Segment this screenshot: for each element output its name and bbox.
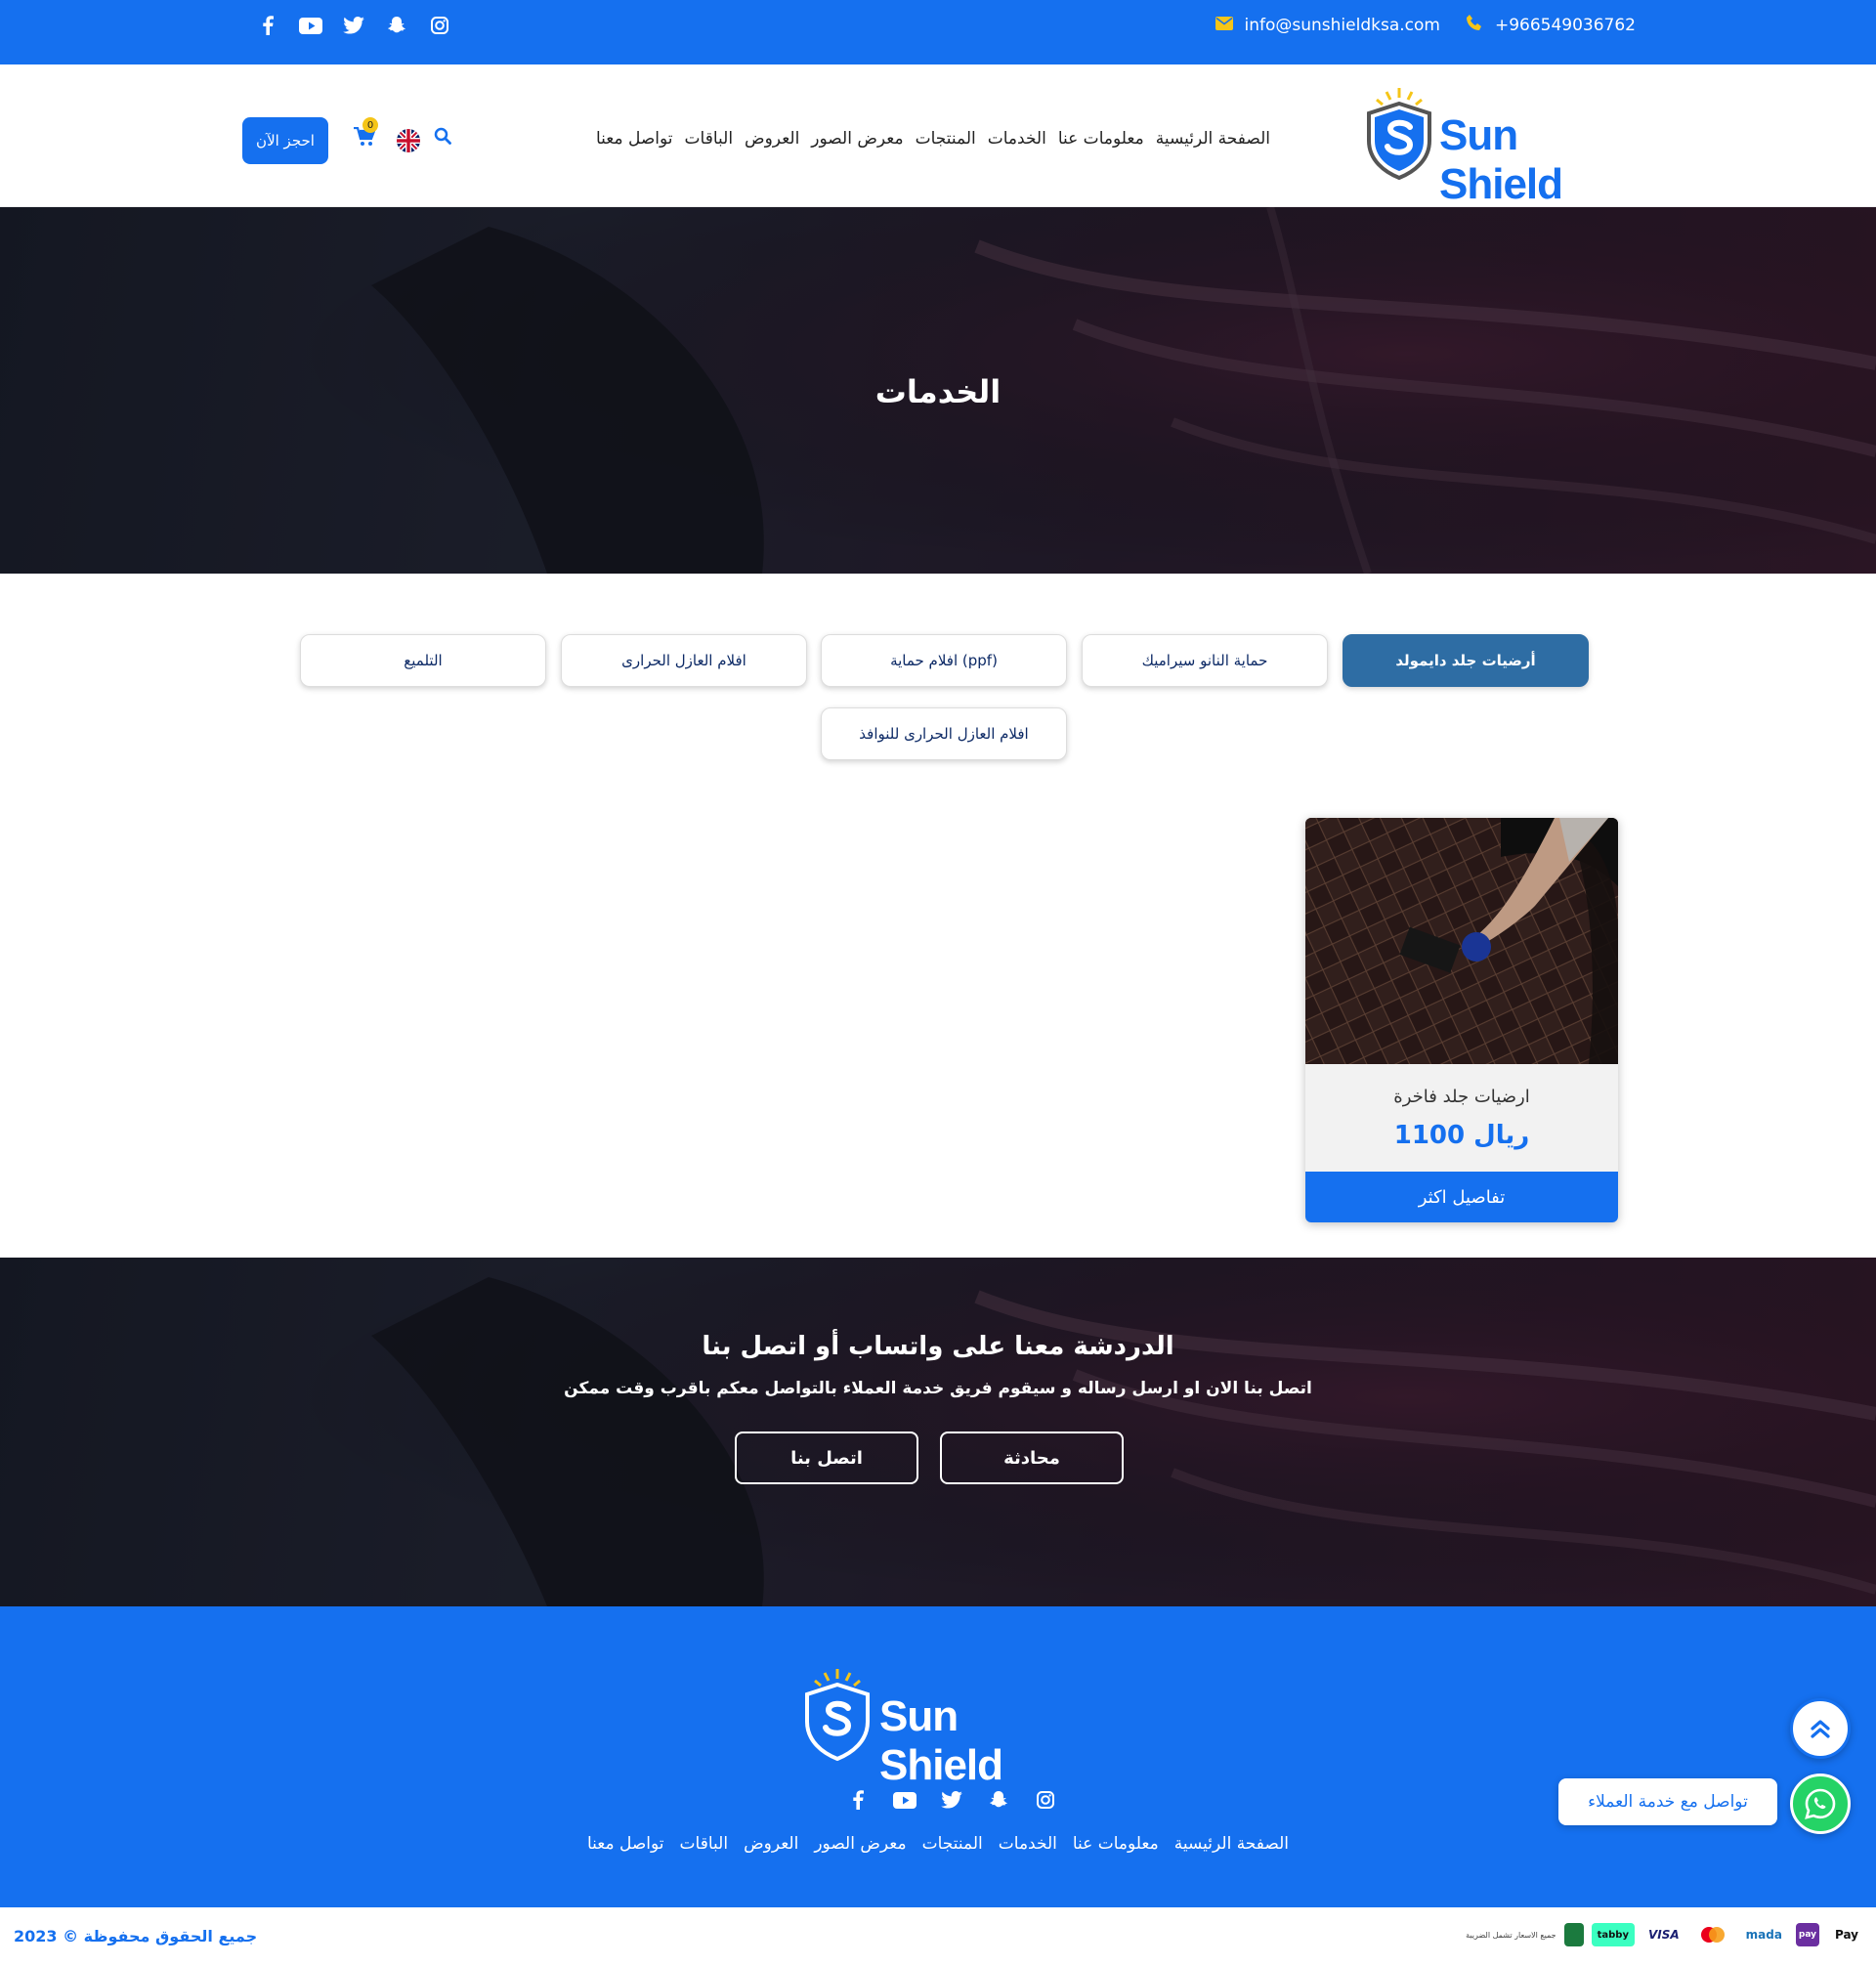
top-contact-info: info@sunshieldksa.com +966549036762 xyxy=(1215,14,1636,36)
phone-contact[interactable]: +966549036762 xyxy=(1466,14,1636,36)
footer-nav-about[interactable]: معلومات عنا xyxy=(1073,1834,1159,1854)
youtube-icon[interactable] xyxy=(299,14,322,37)
visa-logo: VISA xyxy=(1642,1923,1685,1946)
footer-youtube-icon[interactable] xyxy=(893,1788,917,1812)
nav-products[interactable]: المنتجات xyxy=(916,129,976,149)
book-now-button[interactable]: احجز الآن xyxy=(242,117,328,164)
product-price: 1100 ريال xyxy=(1393,1121,1530,1150)
main-header: Sun Shield الصفحة الرئيسية معلومات عنا ا… xyxy=(0,64,1876,208)
whatsapp-icon xyxy=(1805,1788,1836,1819)
tabby-label: tabby xyxy=(1597,1929,1629,1941)
nav-offers[interactable]: العروض xyxy=(745,129,799,149)
nav-home[interactable]: الصفحة الرئيسية xyxy=(1156,129,1270,149)
footer-nav: الصفحة الرئيسية معلومات عنا الخدمات المن… xyxy=(0,1834,1876,1854)
nav-packages[interactable]: الباقات xyxy=(685,129,734,149)
tax-note: جميع الاسعار تشمل الضريبة xyxy=(1466,1930,1556,1940)
tab-ppf-films[interactable]: افلام حماية (ppf) xyxy=(821,634,1067,687)
footer-nav-packages[interactable]: الباقات xyxy=(680,1834,729,1854)
phone-text: +966549036762 xyxy=(1494,15,1636,35)
mada-label: mada xyxy=(1745,1928,1782,1942)
nav-gallery[interactable]: معرض الصور xyxy=(811,129,903,149)
instagram-icon[interactable] xyxy=(428,14,451,37)
top-social-links xyxy=(256,14,451,37)
tabby-logo: tabby xyxy=(1591,1923,1635,1946)
email-contact[interactable]: info@sunshieldksa.com xyxy=(1215,15,1440,35)
site-logo[interactable]: Sun Shield xyxy=(1361,84,1641,208)
phone-icon xyxy=(1466,14,1483,36)
double-chevron-up-icon xyxy=(1811,1720,1830,1738)
nav-about[interactable]: معلومات عنا xyxy=(1058,129,1144,149)
whatsapp-button[interactable] xyxy=(1790,1774,1851,1834)
product-details-button[interactable]: تفاصيل اكثر xyxy=(1305,1172,1618,1222)
chat-button[interactable]: محادثة xyxy=(940,1432,1124,1484)
scroll-to-top-button[interactable] xyxy=(1790,1698,1851,1759)
cta-title: الدردشة معنا على واتساب أو اتصل بنا xyxy=(702,1332,1174,1361)
email-text: info@sunshieldksa.com xyxy=(1244,15,1440,35)
cta-subtitle: اتصل بنا الان او ارسل رساله و سيقوم فريق… xyxy=(564,1379,1312,1398)
mada-logo: mada xyxy=(1740,1923,1788,1946)
footer-logo-text: Sun Shield xyxy=(879,1692,1003,1789)
apple-pay-label: Pay xyxy=(1834,1928,1858,1942)
footer-nav-home[interactable]: الصفحة الرئيسية xyxy=(1174,1834,1289,1854)
main-nav: الصفحة الرئيسية معلومات عنا الخدمات المن… xyxy=(596,129,1270,149)
tab-thermal-films[interactable]: افلام العازل الحرارى xyxy=(561,634,807,687)
tab-window-thermal-films[interactable]: افلام العازل الحرارى للنوافذ xyxy=(821,707,1067,760)
top-bar: info@sunshieldksa.com +966549036762 xyxy=(0,0,1876,64)
language-flag-icon[interactable] xyxy=(397,129,420,152)
footer-nav-offers[interactable]: العروض xyxy=(744,1834,798,1854)
footer-shield-logo-icon xyxy=(805,1669,870,1762)
whatsapp-support-label[interactable]: تواصل مع خدمة العملاء xyxy=(1558,1778,1777,1825)
footer-logo[interactable]: Sun Shield xyxy=(799,1665,1083,1789)
page-hero: الخدمات xyxy=(0,207,1876,574)
cart-count-badge: 0 xyxy=(362,117,378,133)
apple-pay-logo: Pay xyxy=(1827,1923,1864,1946)
stc-pay-logo: pay xyxy=(1795,1923,1819,1946)
site-footer: Sun Shield الصفحة الرئيسية معلومات عنا ا… xyxy=(0,1606,1876,1907)
footer-nav-products[interactable]: المنتجات xyxy=(922,1834,983,1854)
tab-nano-ceramic[interactable]: حماية النانو سيراميك xyxy=(1082,634,1328,687)
tab-diamond-leather-floors[interactable]: أرضيات جلد دايمولد xyxy=(1343,634,1589,687)
snapchat-icon[interactable] xyxy=(385,14,408,37)
copyright-text: جميع الحقوق محفوظة © 2023 xyxy=(14,1927,258,1945)
nav-contact[interactable]: تواصل معنا xyxy=(596,129,673,149)
envelope-icon xyxy=(1215,15,1233,35)
vat-logo xyxy=(1563,1923,1584,1946)
footer-nav-contact[interactable]: تواصل معنا xyxy=(587,1834,664,1854)
contact-cta-section: الدردشة معنا على واتساب أو اتصل بنا اتصل… xyxy=(0,1258,1876,1606)
tab-polishing[interactable]: التلميع xyxy=(300,634,546,687)
facebook-icon[interactable] xyxy=(256,14,279,37)
product-card[interactable]: ارضيات جلد فاخرة 1100 ريال تفاصيل اكثر xyxy=(1305,818,1618,1222)
mastercard-logo xyxy=(1693,1923,1732,1946)
shield-logo-icon xyxy=(1367,88,1431,181)
footer-twitter-icon[interactable] xyxy=(940,1788,963,1812)
logo-text: Sun Shield xyxy=(1439,111,1563,208)
footer-social-links xyxy=(846,1788,1057,1812)
footer-instagram-icon[interactable] xyxy=(1034,1788,1057,1812)
product-image xyxy=(1305,818,1618,1064)
call-us-button[interactable]: اتصل بنا xyxy=(735,1432,918,1484)
product-name: ارضيات جلد فاخرة xyxy=(1393,1087,1530,1107)
footer-nav-services[interactable]: الخدمات xyxy=(999,1834,1057,1854)
search-icon[interactable] xyxy=(434,127,451,150)
footer-nav-gallery[interactable]: معرض الصور xyxy=(814,1834,906,1854)
bottom-bar: جميع الحقوق محفوظة © 2023 Pay pay mada V… xyxy=(0,1907,1876,1966)
visa-label: VISA xyxy=(1647,1928,1680,1942)
page-title: الخدمات xyxy=(874,373,1002,410)
footer-facebook-icon[interactable] xyxy=(846,1788,870,1812)
footer-snapchat-icon[interactable] xyxy=(987,1788,1010,1812)
twitter-icon[interactable] xyxy=(342,14,365,37)
cta-background-image xyxy=(0,1258,1876,1606)
nav-services[interactable]: الخدمات xyxy=(988,129,1046,149)
payment-methods: Pay pay mada VISA tabby جميع الاسعار تشم… xyxy=(1466,1923,1864,1946)
